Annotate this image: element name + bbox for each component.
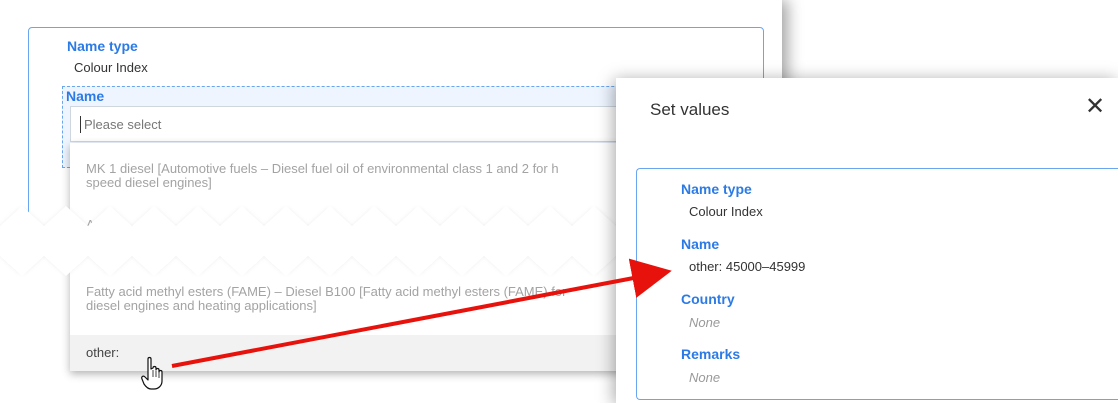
close-icon[interactable]: ✕ xyxy=(1085,94,1105,120)
text-caret xyxy=(80,116,81,133)
dropdown-option-fame-diesel[interactable]: Fatty acid methyl esters (FAME) – Diesel… xyxy=(86,285,646,313)
option-other-label: other: xyxy=(86,345,120,360)
dialog-name-label: Name xyxy=(681,236,720,252)
set-values-dialog: Set values ✕ Name type Colour Index Name… xyxy=(616,78,1118,403)
option-text-line: MK 1 diesel [Automotive fuels – Diesel f… xyxy=(86,161,559,176)
dialog-name-value: other: 45000–45999 xyxy=(689,259,806,274)
dialog-name-type-value: Colour Index xyxy=(689,204,763,219)
option-text-line: speed diesel engines] xyxy=(86,175,212,190)
dialog-name-type-label: Name type xyxy=(681,181,752,197)
dialog-values-card: Name type Colour Index Name other: 45000… xyxy=(636,168,1118,400)
dropdown-option-mk1-diesel[interactable]: MK 1 diesel [Automotive fuels – Diesel f… xyxy=(86,162,646,190)
name-type-label: Name type xyxy=(67,38,138,54)
dialog-remarks-value: None xyxy=(689,370,721,385)
name-type-value: Colour Index xyxy=(74,60,148,75)
dialog-country-value: None xyxy=(689,315,721,330)
dialog-title: Set values xyxy=(650,100,730,119)
option-text-line: diesel engines and heating applications] xyxy=(86,298,317,313)
dialog-remarks-label: Remarks xyxy=(681,346,741,362)
option-text-line: Fatty acid methyl esters (FAME) – Diesel… xyxy=(86,284,567,299)
select-placeholder: Please select xyxy=(84,117,162,132)
dialog-country-label: Country xyxy=(681,291,735,307)
name-label: Name xyxy=(66,88,105,104)
